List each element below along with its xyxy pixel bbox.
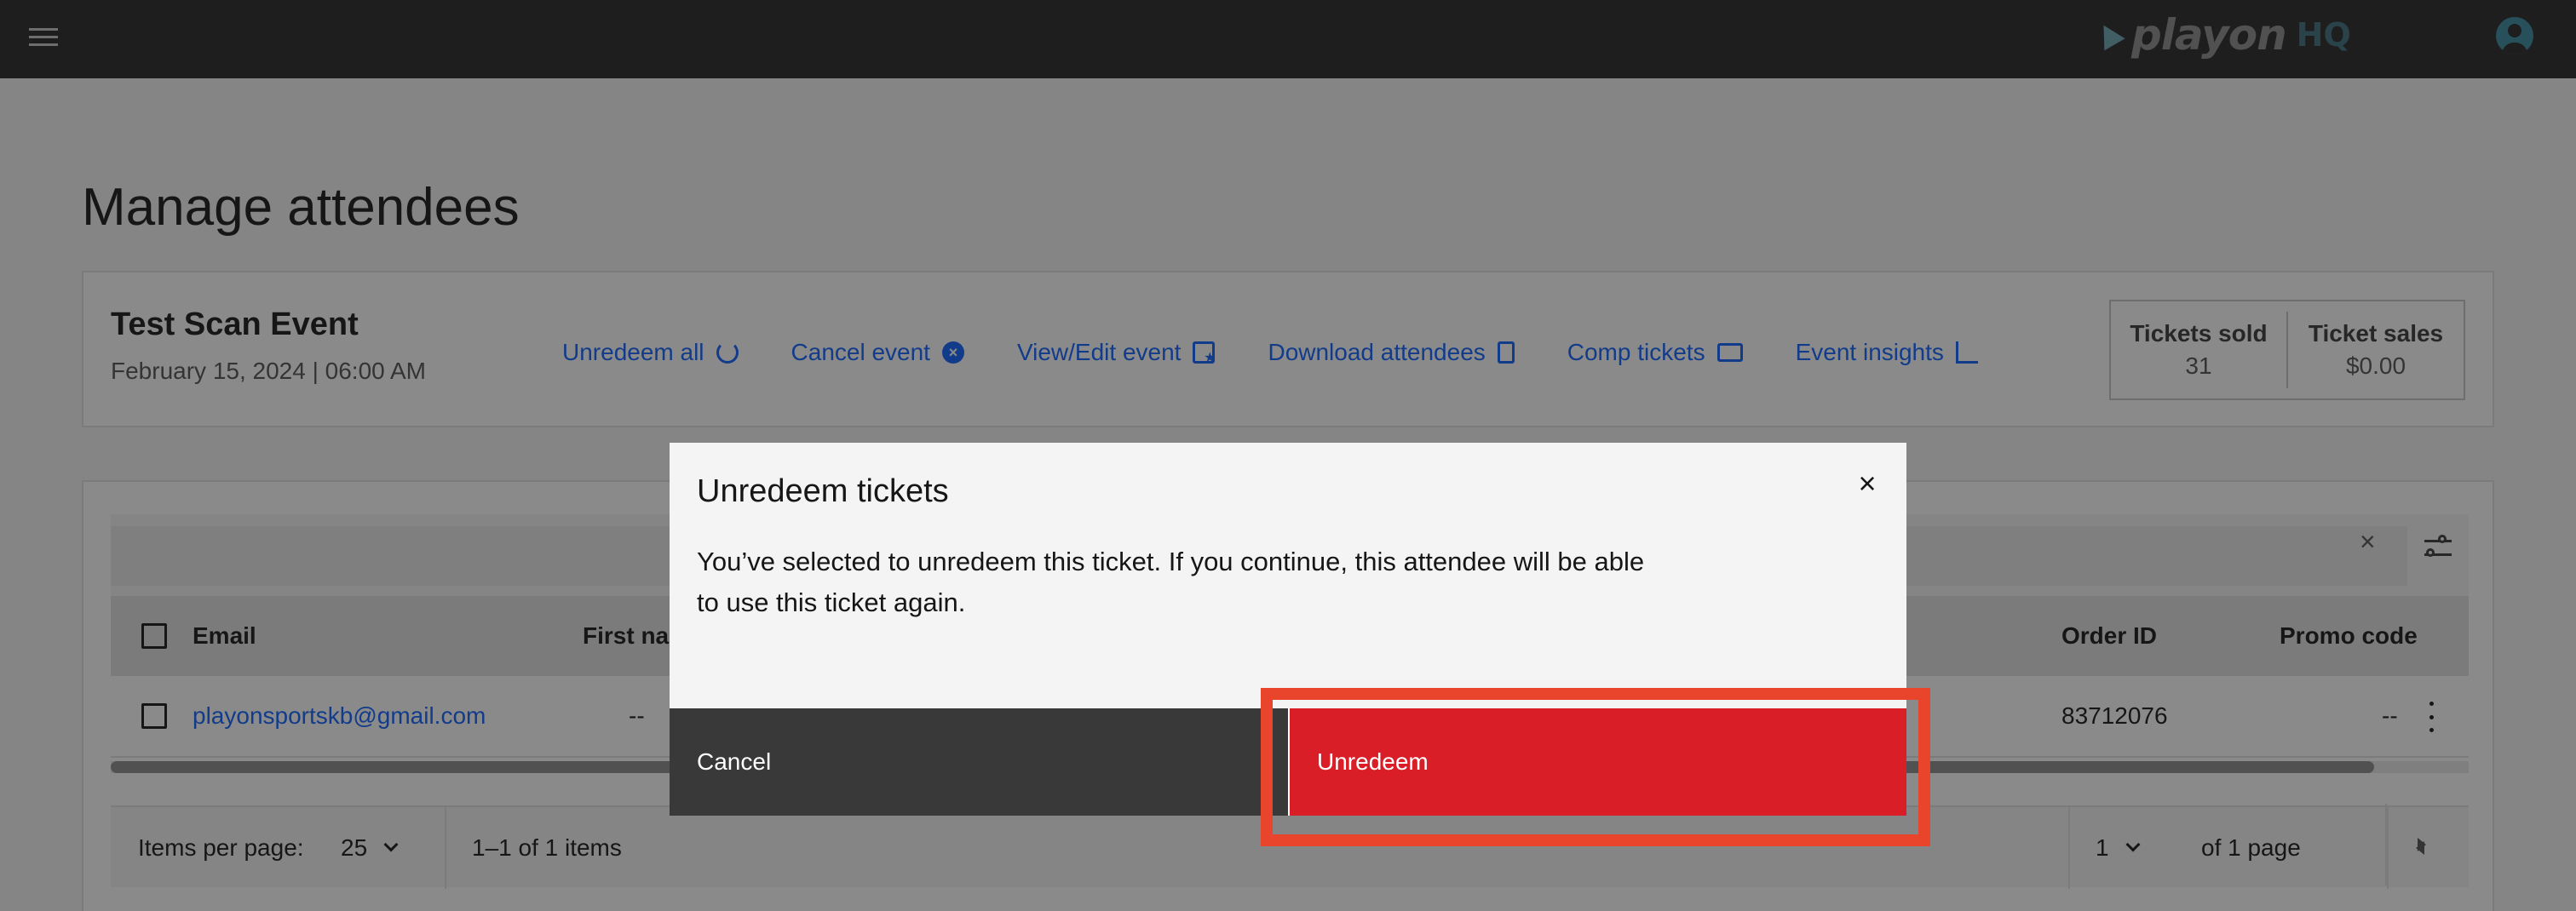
cancel-button[interactable]: Cancel [670,708,1288,816]
modal-title: Unredeem tickets [697,473,949,509]
modal-body-text: You’ve selected to unredeem this ticket.… [697,547,1645,617]
highlight-box [1261,688,1930,846]
close-icon[interactable]: × [1849,465,1886,502]
